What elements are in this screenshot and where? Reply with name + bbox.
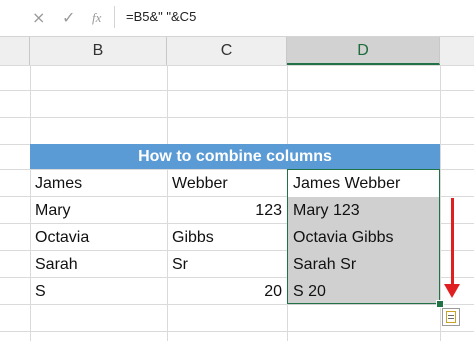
quick-analysis-glyph — [446, 311, 456, 323]
formula-bar-buttons: × ✓ fx — [18, 6, 115, 28]
cell-c-last-name[interactable]: Sr — [167, 251, 287, 278]
selection-range-border — [287, 169, 440, 304]
gridline — [0, 331, 474, 332]
cell-b-first-name[interactable]: Mary — [30, 197, 167, 224]
column-header-row: B C D — [0, 37, 474, 66]
gridline — [0, 117, 474, 118]
red-down-arrow-icon — [451, 198, 454, 286]
gridline — [0, 90, 474, 91]
arrow-head-icon — [444, 284, 460, 298]
enter-icon[interactable]: ✓ — [62, 8, 75, 27]
cell-b-first-name[interactable]: James — [30, 170, 167, 197]
formula-input[interactable]: =B5&" "&C5 — [126, 9, 196, 24]
column-header-c[interactable]: C — [167, 37, 287, 65]
cell-c-last-name[interactable]: Gibbs — [167, 224, 287, 251]
fx-icon[interactable]: fx — [92, 10, 101, 26]
formula-bar: × ✓ fx =B5&" "&C5 — [0, 0, 474, 37]
cell-c-last-name[interactable]: Webber — [167, 170, 287, 197]
column-header-d[interactable]: D — [287, 37, 440, 65]
cell-c-last-name[interactable]: 20 — [167, 278, 287, 305]
select-all-corner[interactable] — [0, 37, 30, 65]
cell-c-last-name[interactable]: 123 — [167, 197, 287, 224]
column-header-b[interactable]: B — [30, 37, 167, 65]
table-title-banner[interactable]: How to combine columns — [30, 144, 440, 169]
quick-analysis-icon[interactable] — [442, 308, 460, 326]
gridline — [0, 65, 474, 66]
fill-handle[interactable] — [436, 300, 444, 308]
cell-b-first-name[interactable]: Sarah — [30, 251, 167, 278]
cell-b-first-name[interactable]: Octavia — [30, 224, 167, 251]
column-header-e[interactable] — [440, 37, 474, 65]
cancel-icon[interactable]: × — [32, 8, 45, 27]
cell-b-first-name[interactable]: S — [30, 278, 167, 305]
